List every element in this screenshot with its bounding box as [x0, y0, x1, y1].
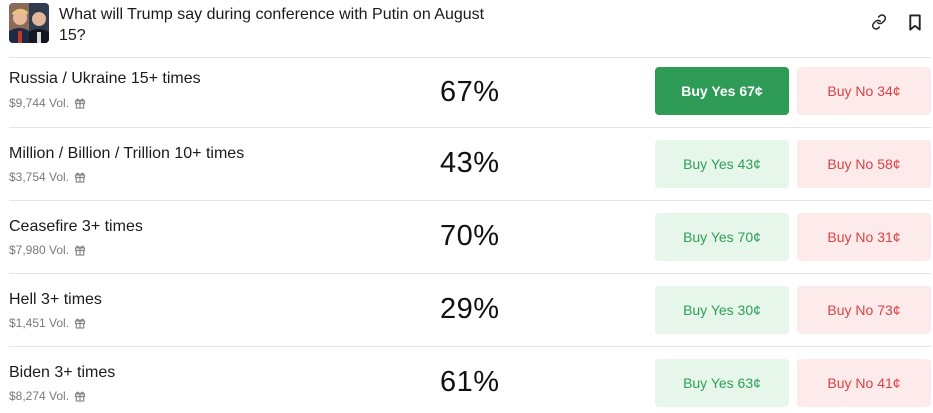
outcome-row[interactable]: Hell 3+ times $1,451 Vol. 29% Buy Yes 30…	[0, 273, 933, 346]
buy-no-button[interactable]: Buy No 58¢	[797, 140, 931, 188]
buy-no-button[interactable]: Buy No 34¢	[797, 67, 931, 115]
outcome-chance: 29%	[440, 293, 500, 325]
volume-text: $1,451 Vol.	[9, 316, 70, 330]
outcome-chance: 43%	[440, 147, 500, 179]
buy-no-button[interactable]: Buy No 41¢	[797, 359, 931, 407]
outcome-name: Ceasefire 3+ times	[9, 218, 143, 235]
row-divider	[9, 127, 931, 128]
gift-icon	[74, 97, 86, 109]
outcome-name: Russia / Ukraine 15+ times	[9, 70, 201, 87]
outcome-name: Biden 3+ times	[9, 364, 116, 381]
buy-yes-button[interactable]: Buy Yes 30¢	[655, 286, 789, 334]
row-divider	[9, 57, 931, 58]
market-thumbnail[interactable]	[9, 3, 49, 43]
outcome-row[interactable]: Biden 3+ times $8,274 Vol. 61% Buy Yes 6…	[0, 346, 933, 413]
market-title: What will Trump say during conference wi…	[59, 6, 485, 44]
bookmark-icon[interactable]	[905, 12, 925, 32]
outcome-volume: $9,744 Vol.	[9, 96, 86, 110]
volume-text: $3,754 Vol.	[9, 170, 70, 184]
gift-icon	[74, 244, 86, 256]
link-icon[interactable]	[869, 12, 889, 32]
outcome-chance: 67%	[440, 76, 500, 108]
outcome-volume: $7,980 Vol.	[9, 243, 86, 257]
outcome-name: Million / Billion / Trillion 10+ times	[9, 145, 245, 162]
volume-text: $8,274 Vol.	[9, 389, 70, 403]
buy-yes-button[interactable]: Buy Yes 70¢	[655, 213, 789, 261]
gift-icon	[74, 171, 86, 183]
outcome-volume: $8,274 Vol.	[9, 389, 86, 403]
buy-yes-button[interactable]: Buy Yes 43¢	[655, 140, 789, 188]
buy-no-button[interactable]: Buy No 73¢	[797, 286, 931, 334]
buy-yes-button[interactable]: Buy Yes 67¢	[655, 67, 789, 115]
row-divider	[9, 273, 931, 274]
market-header: What will Trump say during conference wi…	[0, 0, 933, 57]
volume-text: $7,980 Vol.	[9, 243, 70, 257]
outcome-row[interactable]: Russia / Ukraine 15+ times $9,744 Vol. 6…	[0, 57, 933, 130]
row-divider	[9, 346, 931, 347]
outcome-volume: $3,754 Vol.	[9, 170, 86, 184]
volume-text: $9,744 Vol.	[9, 96, 70, 110]
gift-icon	[74, 317, 86, 329]
outcome-volume: $1,451 Vol.	[9, 316, 86, 330]
buy-yes-button[interactable]: Buy Yes 63¢	[655, 359, 789, 407]
gift-icon	[74, 390, 86, 402]
outcome-name: Hell 3+ times	[9, 291, 102, 308]
outcome-chance: 61%	[440, 366, 500, 398]
buy-no-button[interactable]: Buy No 31¢	[797, 213, 931, 261]
outcome-chance: 70%	[440, 220, 500, 252]
outcome-row[interactable]: Million / Billion / Trillion 10+ times $…	[0, 127, 933, 200]
row-divider	[9, 200, 931, 201]
outcome-row[interactable]: Ceasefire 3+ times $7,980 Vol. 70% Buy Y…	[0, 200, 933, 273]
